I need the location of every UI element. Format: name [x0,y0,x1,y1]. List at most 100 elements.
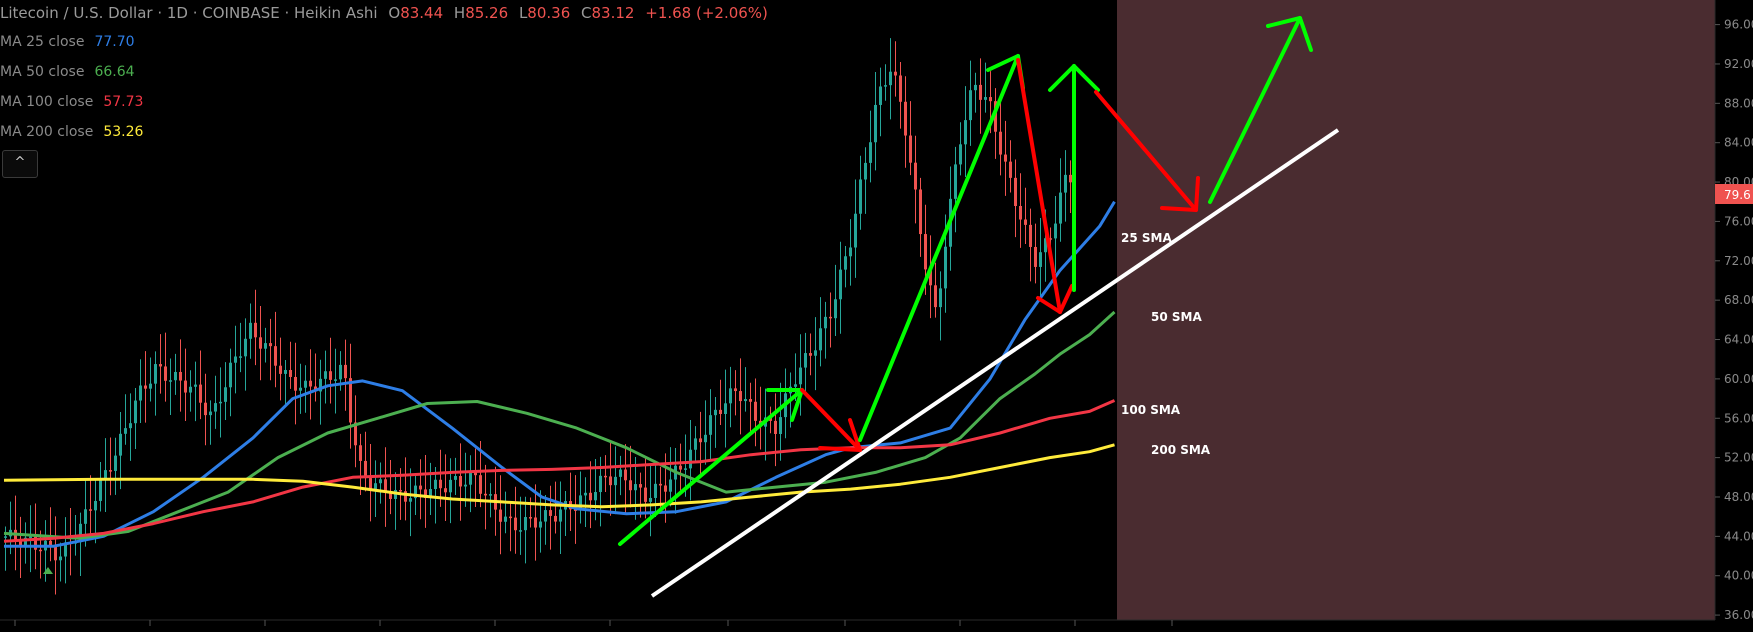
candle-body [1029,224,1032,247]
ma-50-legend[interactable]: MA 50 close 66.64 [0,64,135,80]
y-tick-label: 88.00 [1724,96,1753,110]
ma-25-value: 77.70 [94,34,135,50]
price-chart[interactable]: 36.00 40.00 44.00 48.00 52.00 56.00 60.00 64.00… [0,0,1753,632]
price-change: +1.68 (+2.06%) [645,4,768,22]
candle-body [264,343,267,349]
candle-body [979,84,982,100]
candle-body [814,350,817,356]
candle-body [189,386,192,393]
candle-body [144,385,147,389]
candle-body [614,476,617,486]
ma-100-legend[interactable]: MA 100 close 57.73 [0,94,143,110]
ma-25-legend[interactable]: MA 25 close 77.70 [0,34,135,50]
candle-body [1019,205,1022,220]
candle-body [239,356,242,358]
y-tick-label: 56.00 [1724,411,1753,425]
candle-body [524,517,527,531]
candle-body [139,385,142,401]
y-tick-label: 60.00 [1724,372,1753,386]
candle-body [244,338,247,357]
annotation-25-sma: 25 SMA [1121,231,1172,245]
candle-body [254,322,257,338]
y-tick-label: 36.00 [1724,608,1753,622]
candle-body [109,470,112,472]
candle-body [634,484,637,491]
candle-body [114,455,117,471]
candle-body [959,144,962,165]
candle-body [1069,174,1072,183]
candle-body [809,353,812,356]
candle-body [544,510,547,522]
candle-body [129,423,132,429]
candle-body [334,379,337,381]
last-price-tag: 79.6 [1715,184,1753,204]
candle-body [169,380,172,382]
candle-body [889,71,892,86]
candle-body [39,549,42,552]
candle-body [179,371,182,381]
candle-body [684,468,687,470]
y-tick-label: 44.00 [1724,529,1753,543]
candle-body [294,376,297,391]
candle-body [879,86,882,105]
candle-body [279,365,282,374]
candle-body [174,371,177,381]
candle-body [359,445,362,461]
candle-body [89,509,92,511]
candle-body [699,438,702,443]
candle-body [649,497,652,502]
ma-100-label: MA 100 close [0,94,94,110]
candle-body [999,131,1002,155]
candle-body [164,366,167,381]
ma-50-value: 66.64 [94,64,135,80]
y-tick-label: 40.00 [1724,569,1753,583]
last-price-label: 79.6 [1724,188,1751,202]
candle-body [304,380,307,388]
legend-collapse-button[interactable]: ^ [2,150,38,178]
candle-body [409,498,412,502]
y-tick-label: 84.00 [1724,136,1753,150]
candle-body [829,316,832,319]
candle-body [209,411,212,416]
candle-body [594,492,597,501]
candle-body [1004,154,1007,162]
candle-body [749,399,752,402]
candle-body [1059,192,1062,224]
candle-body [289,369,292,377]
candle-body [284,369,287,374]
candle-body [274,346,277,366]
candle-body [329,371,332,380]
candle-body [944,246,947,289]
candle-body [694,438,697,450]
candle-body [914,162,917,190]
candle-body [439,479,442,489]
ma-200-label: MA 200 close [0,124,94,140]
y-tick-label: 96.00 [1724,18,1753,32]
candle-body [539,521,542,528]
symbol-title: Litecoin / U.S. Dollar · 1D · COINBASE ·… [0,4,378,22]
candle-body [559,509,562,522]
candle-body [779,417,782,434]
candle-body [499,509,502,522]
candle-body [449,479,452,493]
ma-200-value: 53.26 [103,124,144,140]
ma-200-legend[interactable]: MA 200 close 53.26 [0,124,143,140]
candle-body [204,402,207,416]
candle-body [969,90,972,121]
candle-body [84,509,87,524]
candle-body [444,488,447,493]
candle-body [224,387,227,402]
candle-body [909,135,912,163]
candle-body [739,391,742,402]
candle-body [194,384,197,387]
annotation-100-sma: 100 SMA [1121,403,1181,417]
candle-body [729,388,732,404]
candle-body [484,493,487,496]
candle-body [259,337,262,349]
candle-body [664,485,667,492]
candle-body [379,479,382,484]
candle-body [834,299,837,319]
candle-body [479,475,482,494]
candle-body [619,469,622,477]
y-tick-label: 48.00 [1724,490,1753,504]
